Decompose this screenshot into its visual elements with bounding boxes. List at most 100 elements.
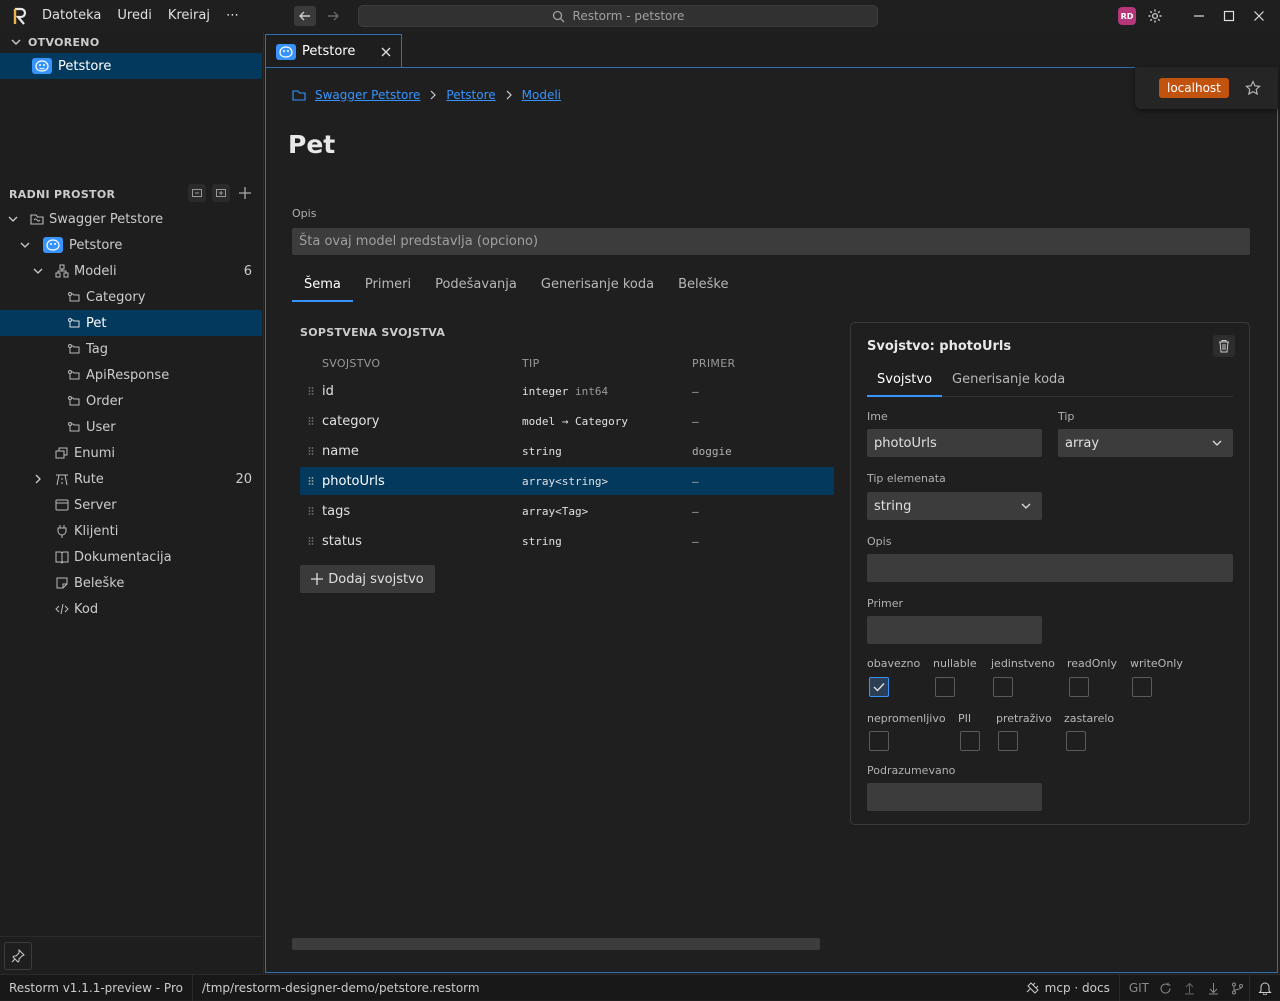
notifications-button[interactable]: [1250, 975, 1280, 1001]
tree-model-item[interactable]: Tag: [0, 336, 262, 362]
tree-models-label: Modeli: [74, 263, 117, 279]
menu-create[interactable]: Kreiraj: [160, 0, 218, 32]
items-type-select[interactable]: string: [867, 492, 1042, 520]
add-workspace-button[interactable]: [236, 184, 254, 202]
chevron-down-icon: [20, 242, 30, 248]
minimize-button[interactable]: [1184, 0, 1214, 32]
required-checkbox[interactable]: [869, 677, 889, 697]
version-label: Restorm v1.1.1-preview - Pro: [9, 980, 183, 995]
add-property-button[interactable]: Dodaj svojstvo: [300, 565, 435, 593]
type-select[interactable]: array: [1058, 429, 1233, 457]
unique-checkbox[interactable]: [993, 677, 1013, 697]
property-row-selected[interactable]: photoUrls array<string> –: [300, 467, 834, 495]
drag-handle-icon[interactable]: [300, 506, 322, 516]
tree-routes[interactable]: Rute 20: [0, 466, 262, 492]
name-input[interactable]: photoUrls: [867, 429, 1042, 457]
breadcrumb-project[interactable]: Swagger Petstore: [315, 88, 420, 102]
git-pull-button[interactable]: [1201, 975, 1225, 1001]
searchable-checkbox[interactable]: [998, 731, 1018, 751]
title-bar: Datoteka Uredi Kreiraj ⋯ Restorm - petst…: [0, 0, 1280, 32]
tree-docs[interactable]: Dokumentacija: [0, 544, 262, 570]
back-button[interactable]: [294, 6, 316, 26]
tree-server[interactable]: Server: [0, 492, 262, 518]
open-item-label: Petstore: [58, 58, 112, 74]
pii-checkbox[interactable]: [960, 731, 980, 751]
environment-badge[interactable]: localhost: [1159, 78, 1229, 98]
tree-code[interactable]: Kod: [0, 596, 262, 622]
description-input[interactable]: Šta ovaj model predstavlja (opciono): [292, 228, 1250, 255]
properties-title: SOPSTVENA SVOJSTVA: [300, 326, 446, 339]
mcp-status[interactable]: mcp · docs: [1015, 975, 1119, 1001]
menu-more[interactable]: ⋯: [218, 0, 247, 32]
git-push-button[interactable]: [1177, 975, 1201, 1001]
drag-handle-icon[interactable]: [300, 416, 322, 426]
immutable-checkbox[interactable]: [869, 731, 889, 751]
breadcrumb-models[interactable]: Modeli: [522, 88, 561, 102]
tab-settings[interactable]: Podešavanja: [423, 274, 529, 302]
drag-handle-icon[interactable]: [300, 536, 322, 546]
property-name: tags: [322, 503, 351, 519]
workspace-title: RADNI PROSTOR: [9, 187, 116, 201]
open-section-header[interactable]: OTVORENO: [0, 32, 99, 52]
tab-examples[interactable]: Primeri: [353, 274, 423, 302]
property-row[interactable]: id integer int64 –: [300, 377, 834, 405]
tab-codegen[interactable]: Generisanje koda: [529, 274, 666, 302]
collapse-all-button[interactable]: [188, 184, 206, 202]
tree-notes[interactable]: Beleške: [0, 570, 262, 596]
items-type-value: string: [874, 498, 912, 514]
open-item-petstore[interactable]: Petstore: [0, 53, 262, 79]
breadcrumb-api[interactable]: Petstore: [446, 88, 495, 102]
expand-all-button[interactable]: [212, 184, 230, 202]
default-input[interactable]: [867, 783, 1042, 811]
forward-button[interactable]: [322, 6, 344, 26]
maximize-button[interactable]: [1214, 0, 1244, 32]
tree-clients[interactable]: Klijenti: [0, 518, 262, 544]
settings-button[interactable]: [1144, 0, 1166, 32]
command-search[interactable]: Restorm - petstore: [358, 5, 878, 27]
tree-models[interactable]: Modeli 6: [0, 258, 262, 284]
tree-model-item[interactable]: Category: [0, 284, 262, 310]
writeonly-checkbox[interactable]: [1132, 677, 1152, 697]
drag-handle-icon[interactable]: [300, 446, 322, 456]
tree-model-item[interactable]: User: [0, 414, 262, 440]
user-avatar[interactable]: RD: [1118, 7, 1136, 25]
deprecated-checkbox[interactable]: [1066, 731, 1086, 751]
column-header-name: SVOJSTVO: [322, 357, 381, 370]
horizontal-scrollbar[interactable]: [292, 938, 820, 950]
favorite-button[interactable]: [1245, 80, 1261, 96]
gear-icon: [1148, 9, 1162, 23]
example-input[interactable]: [867, 616, 1042, 644]
drag-handle-icon[interactable]: [300, 386, 322, 396]
drag-handle-icon[interactable]: [300, 476, 322, 486]
menu-file[interactable]: Datoteka: [34, 0, 109, 32]
tree-model-item[interactable]: Pet: [0, 310, 262, 336]
tab-petstore[interactable]: Petstore: [265, 34, 402, 68]
open-section-title: OTVORENO: [28, 35, 100, 49]
close-window-button[interactable]: [1244, 0, 1274, 32]
panel-tab-property[interactable]: Svojstvo: [867, 365, 943, 397]
property-row[interactable]: category model → Category –: [300, 407, 834, 435]
git-branch-button[interactable]: [1225, 975, 1249, 1001]
tree-enums[interactable]: Enumi: [0, 440, 262, 466]
nullable-checkbox[interactable]: [935, 677, 955, 697]
close-tab-button[interactable]: [381, 47, 391, 57]
tab-notes[interactable]: Beleške: [666, 274, 740, 302]
property-row[interactable]: name string doggie: [300, 437, 834, 465]
git-sync-button[interactable]: [1153, 975, 1177, 1001]
routes-count: 20: [235, 471, 252, 487]
delete-property-button[interactable]: [1213, 335, 1235, 357]
property-row[interactable]: status string –: [300, 527, 834, 555]
property-example: –: [692, 534, 699, 548]
tree-model-item[interactable]: ApiResponse: [0, 362, 262, 388]
tree-api[interactable]: Petstore: [0, 232, 262, 258]
tab-schema[interactable]: Šema: [292, 274, 353, 302]
tree-root[interactable]: Swagger Petstore: [0, 206, 262, 232]
tree-model-item[interactable]: Order: [0, 388, 262, 414]
readonly-checkbox[interactable]: [1069, 677, 1089, 697]
menu-edit[interactable]: Uredi: [109, 0, 159, 32]
property-row[interactable]: tags array<Tag> –: [300, 497, 834, 525]
pin-button[interactable]: [4, 942, 32, 970]
models-count: 6: [243, 263, 252, 279]
panel-tab-codegen[interactable]: Generisanje koda: [942, 365, 1075, 397]
panel-description-input[interactable]: [867, 554, 1233, 582]
